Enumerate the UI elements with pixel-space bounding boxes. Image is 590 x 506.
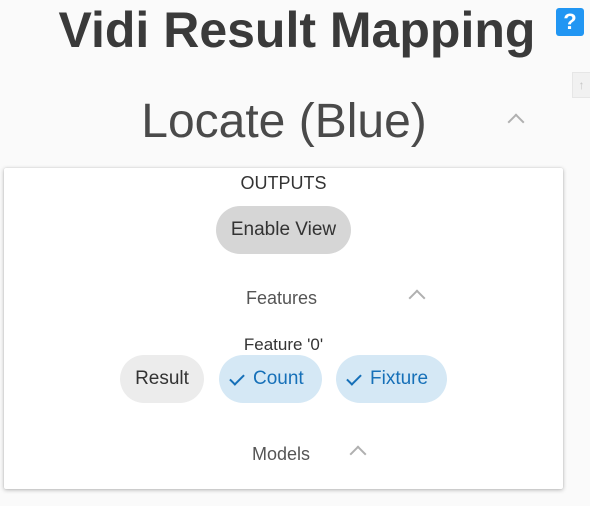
page-title: Vidi Result Mapping	[58, 2, 536, 58]
chip-label: Fixture	[370, 368, 429, 389]
scroll-top-button[interactable]: ↑	[572, 72, 590, 98]
features-expander[interactable]: Features	[220, 280, 450, 316]
result-chip[interactable]: Result	[120, 355, 204, 403]
section-title-locate-blue: Locate (Blue)	[141, 95, 427, 148]
models-label: Models	[252, 444, 311, 464]
chevron-up-icon	[349, 445, 367, 463]
models-expander[interactable]: Models	[220, 436, 380, 472]
chip-label: Count	[253, 368, 304, 389]
chip-label: Result	[135, 368, 189, 389]
enable-view-button[interactable]: Enable View	[216, 206, 351, 254]
check-icon	[346, 370, 362, 386]
outputs-card: OUTPUTS Enable View Features Feature '0'…	[4, 168, 563, 489]
fixture-chip[interactable]: Fixture	[336, 355, 447, 403]
features-label: Features	[246, 288, 318, 308]
feature-label: Feature '0'	[243, 335, 324, 354]
help-icon: ?	[563, 9, 577, 34]
check-icon	[229, 370, 245, 386]
count-chip[interactable]: Count	[219, 355, 322, 403]
vidi-result-mapping-page: Vidi Result Mapping ? ↑ Locate (Blue) OU…	[0, 0, 590, 506]
help-button[interactable]: ?	[556, 8, 584, 36]
arrow-up-icon: ↑	[578, 78, 585, 92]
outputs-heading: OUTPUTS	[240, 173, 327, 193]
chevron-up-icon	[408, 289, 426, 307]
